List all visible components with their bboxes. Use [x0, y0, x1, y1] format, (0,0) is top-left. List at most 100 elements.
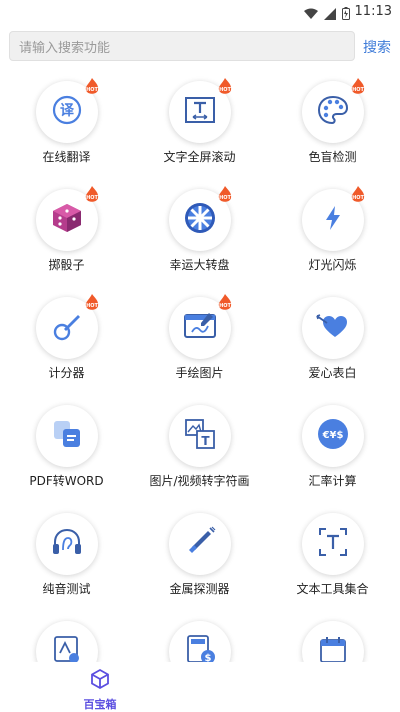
- tool-circle: $: [169, 621, 231, 662]
- tab-label: 百宝箱: [83, 698, 117, 711]
- tool-scorer[interactable]: HOT 计分器: [0, 292, 133, 392]
- tool-label: 纯音测试: [42, 582, 91, 596]
- tool-label: 掷骰子: [48, 258, 85, 272]
- calendar-icon: [317, 634, 349, 662]
- tool-circle: T: [169, 405, 231, 467]
- tool-calendar[interactable]: [266, 616, 399, 662]
- tool-label: 灯光闪烁: [308, 258, 357, 272]
- hot-badge-icon: HOT: [218, 186, 232, 202]
- tool-lucky-wheel[interactable]: HOT 幸运大转盘: [133, 184, 266, 284]
- svg-text:HOT: HOT: [86, 87, 98, 93]
- tool-calculator[interactable]: $: [133, 616, 266, 662]
- svg-text:HOT: HOT: [352, 87, 364, 93]
- score-icon: [50, 309, 84, 347]
- wheel-icon: [182, 200, 218, 240]
- text-scroll-icon: [183, 93, 217, 131]
- svg-text:$: $: [205, 653, 212, 662]
- tool-label: 文本工具集合: [296, 582, 369, 596]
- tool-currency[interactable]: €¥$ 汇率计算: [266, 400, 399, 500]
- tool-hearing-test[interactable]: 纯音测试: [0, 508, 133, 608]
- tool-flash-light[interactable]: HOT 灯光闪烁: [266, 184, 399, 284]
- svg-text:HOT: HOT: [86, 303, 98, 309]
- tool-image-edit[interactable]: [0, 616, 133, 662]
- tool-label: 金属探测器: [169, 582, 230, 596]
- signal-icon: [324, 5, 336, 24]
- wifi-icon: [304, 5, 318, 24]
- svg-text:HOT: HOT: [219, 195, 231, 201]
- image-to-text-icon: T: [183, 417, 217, 455]
- tool-metal-detector[interactable]: 金属探测器: [133, 508, 266, 608]
- tool-circle: [36, 621, 98, 662]
- translate-icon: 译: [50, 93, 84, 131]
- tool-text-scroll[interactable]: HOT 文字全屏滚动: [133, 76, 266, 176]
- calculator-icon: $: [183, 633, 217, 662]
- hot-badge-icon: HOT: [218, 78, 232, 94]
- tool-circle: [36, 513, 98, 575]
- tool-circle: HOT: [36, 186, 99, 251]
- tool-label: 汇率计算: [308, 474, 357, 488]
- tool-circle: HOT: [302, 78, 365, 143]
- tool-label: PDF转WORD: [29, 474, 104, 488]
- palette-icon: [316, 93, 350, 131]
- battery-icon: [342, 5, 350, 24]
- hot-badge-icon: HOT: [218, 294, 232, 310]
- heart-icon: [315, 311, 351, 345]
- tool-label: 在线翻译: [42, 150, 91, 164]
- svg-text:HOT: HOT: [352, 195, 364, 201]
- tool-circle: [302, 297, 364, 359]
- tool-circle: HOT: [36, 294, 99, 359]
- hot-badge-icon: HOT: [351, 186, 365, 202]
- tool-love-confession[interactable]: 爱心表白: [266, 292, 399, 392]
- metal-detector-icon: [183, 525, 217, 563]
- tool-circle: [36, 405, 98, 467]
- tool-label: 色盲检测: [308, 150, 357, 164]
- tool-circle: €¥$: [302, 405, 364, 467]
- bottom-nav: 百宝箱: [0, 662, 400, 712]
- tool-text-tools[interactable]: 文本工具集合: [266, 508, 399, 608]
- tool-circle: [169, 513, 231, 575]
- tool-label: 手绘图片: [175, 366, 224, 380]
- svg-text:译: 译: [60, 103, 75, 119]
- tool-label: 爱心表白: [308, 366, 357, 380]
- hot-badge-icon: HOT: [85, 78, 99, 94]
- tool-label: 计分器: [48, 366, 85, 380]
- svg-text:€¥$: €¥$: [322, 430, 344, 441]
- tool-circle: HOT: [169, 186, 232, 251]
- image-edit-icon: [50, 633, 84, 662]
- hot-badge-icon: HOT: [85, 294, 99, 310]
- tool-circle: HOT: [169, 294, 232, 359]
- dice-icon: [50, 201, 84, 239]
- text-tools-icon: [317, 526, 349, 562]
- flash-icon: [318, 203, 348, 237]
- tool-circle: 译 HOT: [36, 78, 99, 143]
- tool-translate[interactable]: 译 HOT 在线翻译: [0, 76, 133, 176]
- currency-icon: €¥$: [315, 416, 351, 456]
- tool-label: 文字全屏滚动: [163, 150, 236, 164]
- cube-icon: [89, 668, 111, 694]
- tool-circle: HOT: [169, 78, 232, 143]
- search-placeholder: 请输入搜索功能: [19, 40, 111, 56]
- svg-text:HOT: HOT: [219, 303, 231, 309]
- tool-hand-drawing[interactable]: HOT 手绘图片: [133, 292, 266, 392]
- tool-circle: [302, 621, 364, 662]
- tool-circle: HOT: [302, 186, 365, 251]
- hot-badge-icon: HOT: [85, 186, 99, 202]
- tool-label: 图片/视频转字符画: [149, 474, 250, 488]
- pdf-word-icon: [50, 417, 84, 455]
- tool-pdf-to-word[interactable]: PDF转WORD: [0, 400, 133, 500]
- tool-color-blind[interactable]: HOT 色盲检测: [266, 76, 399, 176]
- tab-treasure-box[interactable]: 百宝箱: [74, 668, 126, 712]
- svg-text:T: T: [201, 434, 210, 448]
- drawing-icon: [182, 309, 218, 347]
- status-bar: 11:13: [0, 0, 400, 24]
- tool-dice[interactable]: HOT 掷骰子: [0, 184, 133, 284]
- search-input[interactable]: 请输入搜索功能: [9, 31, 355, 61]
- svg-text:HOT: HOT: [219, 87, 231, 93]
- svg-text:HOT: HOT: [86, 195, 98, 201]
- search-button[interactable]: 搜索: [363, 37, 391, 57]
- tool-image-to-ascii[interactable]: T 图片/视频转字符画: [133, 400, 266, 500]
- tool-grid: 译 HOT 在线翻译 HOT 文字全屏滚动 HOT 色盲检测 HOT 掷骰子 H…: [0, 76, 400, 662]
- hearing-test-icon: [50, 525, 84, 563]
- hot-badge-icon: HOT: [351, 78, 365, 94]
- tool-label: 幸运大转盘: [169, 258, 230, 272]
